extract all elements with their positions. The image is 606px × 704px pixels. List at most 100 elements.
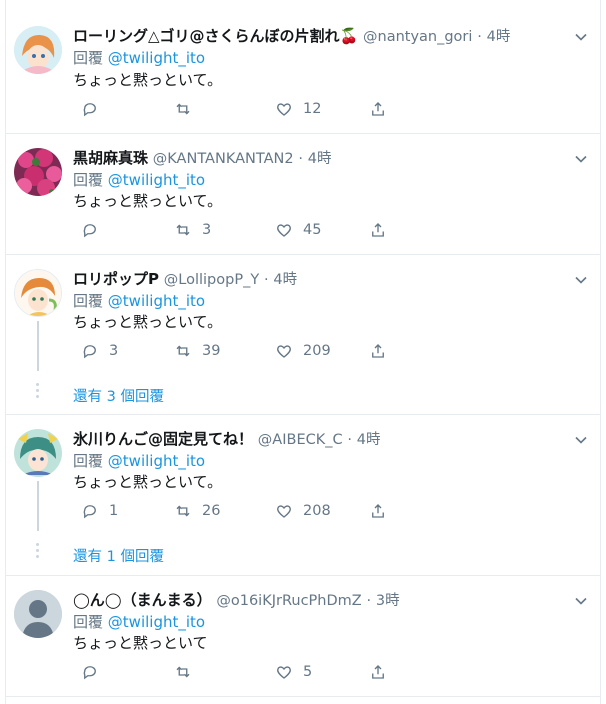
anime-boy-avatar[interactable] bbox=[14, 269, 62, 317]
tweet-header: ローリング△ゴリ@さくらんぼの片割れ🍒 @nantyan_gori · 4時 bbox=[73, 26, 510, 47]
reply-button[interactable] bbox=[81, 220, 109, 240]
display-name[interactable]: ◯ん◯（まんまる） bbox=[73, 591, 212, 609]
reply-to-link[interactable]: @twilight_ito bbox=[108, 452, 205, 470]
like-count: 208 bbox=[303, 503, 331, 519]
chevron-down-icon[interactable] bbox=[574, 594, 588, 608]
retweet-button[interactable] bbox=[174, 99, 202, 119]
dot-separator: · bbox=[298, 151, 303, 167]
reply-to-link[interactable]: @twilight_ito bbox=[108, 613, 205, 631]
reply-to-link[interactable]: @twilight_ito bbox=[108, 171, 205, 189]
share-icon bbox=[372, 102, 384, 116]
retweet-icon bbox=[176, 505, 190, 517]
share-icon bbox=[372, 344, 384, 358]
like-count: 45 bbox=[303, 222, 322, 238]
like-button[interactable]: 209 bbox=[275, 341, 331, 361]
reply-icon bbox=[83, 666, 96, 680]
tweet-text: ちょっと黙っといて。 bbox=[73, 71, 223, 89]
timestamp[interactable]: 4時 bbox=[487, 29, 511, 45]
heart-icon bbox=[277, 224, 291, 237]
like-button[interactable]: 208 bbox=[275, 501, 331, 521]
reply-label: 回覆 bbox=[73, 292, 104, 310]
display-name[interactable]: 黒胡麻真珠 bbox=[73, 149, 148, 167]
reply-label: 回覆 bbox=[73, 171, 104, 189]
share-button[interactable] bbox=[369, 99, 387, 119]
reply-label: 回覆 bbox=[73, 452, 104, 470]
timestamp[interactable]: 4時 bbox=[308, 151, 332, 167]
timestamp[interactable]: 3時 bbox=[376, 593, 400, 609]
reply-label: 回覆 bbox=[73, 613, 104, 631]
dot-separator: · bbox=[347, 432, 352, 448]
like-count: 12 bbox=[303, 101, 322, 117]
reply-icon bbox=[83, 103, 96, 117]
chevron-down-icon[interactable] bbox=[574, 433, 588, 447]
like-button[interactable]: 5 bbox=[275, 662, 312, 682]
timeline: ローリング△ゴリ@さくらんぼの片割れ🍒 @nantyan_gori · 4時 回… bbox=[5, 0, 601, 704]
retweet-button[interactable] bbox=[174, 662, 202, 682]
show-more-replies-link[interactable]: 還有 1 個回覆 bbox=[73, 545, 164, 566]
share-icon bbox=[372, 223, 384, 237]
tweet-header: 黒胡麻真珠 @KANTANKANTAN2 · 4時 bbox=[73, 148, 331, 169]
chevron-down-icon[interactable] bbox=[574, 30, 588, 44]
chevron-down-icon[interactable] bbox=[574, 152, 588, 166]
display-name[interactable]: ローリング△ゴリ@さくらんぼの片割れ🍒 bbox=[73, 27, 358, 45]
retweet-button[interactable]: 3 bbox=[174, 220, 211, 240]
tweet-text: ちょっと黙っといて。 bbox=[73, 192, 223, 210]
reply-button[interactable]: 1 bbox=[81, 501, 118, 521]
like-button[interactable]: 12 bbox=[275, 99, 321, 119]
reply-to-link[interactable]: @twilight_ito bbox=[108, 49, 205, 67]
user-handle[interactable]: @KANTANKANTAN2 bbox=[153, 151, 294, 167]
share-button[interactable] bbox=[369, 220, 387, 240]
reply-icon bbox=[83, 505, 96, 519]
display-name[interactable]: ロリポップP bbox=[73, 270, 159, 288]
timestamp[interactable]: 4時 bbox=[273, 272, 297, 288]
reply-button[interactable] bbox=[81, 99, 109, 119]
retweet-count: 3 bbox=[202, 222, 212, 238]
reply-button[interactable] bbox=[81, 662, 109, 682]
share-button[interactable] bbox=[369, 662, 387, 682]
chevron-down-icon[interactable] bbox=[574, 273, 588, 287]
display-name[interactable]: 氷川りんご@固定見てね！ bbox=[73, 430, 253, 448]
reply-context: 回覆 @twilight_ito bbox=[73, 612, 205, 632]
anime-character-avatar[interactable] bbox=[14, 429, 62, 477]
share-icon bbox=[372, 504, 384, 518]
show-more-replies-link[interactable]: 還有 3 個回覆 bbox=[73, 385, 164, 406]
user-handle[interactable]: @LollipopP_Y bbox=[164, 272, 259, 288]
share-button[interactable] bbox=[369, 341, 387, 361]
user-handle[interactable]: @AIBECK_C bbox=[258, 432, 343, 448]
dot-separator: · bbox=[366, 593, 372, 609]
tweet-text: ちょっと黙っといて。 bbox=[73, 473, 223, 491]
retweet-icon bbox=[176, 224, 190, 236]
reply-context: 回覆 @twilight_ito bbox=[73, 48, 205, 68]
divider bbox=[6, 696, 600, 697]
like-button[interactable]: 45 bbox=[275, 220, 321, 240]
reply-icon bbox=[83, 345, 96, 359]
share-button[interactable] bbox=[369, 501, 387, 521]
tweet[interactable]: ◯ん◯（まんまる） @o16iKJrRucPhDmZ · 3時 回覆 @twil… bbox=[6, 576, 600, 696]
retweet-icon bbox=[176, 345, 190, 357]
user-handle[interactable]: @nantyan_gori bbox=[363, 29, 472, 45]
heart-icon bbox=[277, 103, 291, 116]
tweet[interactable]: ローリング△ゴリ@さくらんぼの片割れ🍒 @nantyan_gori · 4時 回… bbox=[6, 0, 600, 133]
retweet-button[interactable]: 39 bbox=[174, 341, 220, 361]
anime-girl-avatar[interactable] bbox=[14, 26, 62, 74]
like-count: 209 bbox=[303, 343, 331, 359]
like-count: 5 bbox=[303, 664, 313, 680]
share-icon bbox=[372, 665, 384, 679]
tweet[interactable]: ロリポップP @LollipopP_Y · 4時 回覆 @twilight_it… bbox=[6, 255, 600, 415]
thread-line bbox=[37, 481, 39, 531]
heart-icon bbox=[277, 505, 291, 518]
user-handle[interactable]: @o16iKJrRucPhDmZ bbox=[216, 593, 361, 609]
tweet-header: ◯ん◯（まんまる） @o16iKJrRucPhDmZ · 3時 bbox=[73, 590, 400, 611]
retweet-button[interactable]: 26 bbox=[174, 501, 220, 521]
timestamp[interactable]: 4時 bbox=[357, 432, 381, 448]
reply-to-link[interactable]: @twilight_ito bbox=[108, 292, 205, 310]
tweet[interactable]: 氷川りんご@固定見てね！ @AIBECK_C · 4時 回覆 @twilight… bbox=[6, 415, 600, 575]
reply-button[interactable]: 3 bbox=[81, 341, 118, 361]
reply-context: 回覆 @twilight_ito bbox=[73, 451, 205, 471]
reply-context: 回覆 @twilight_ito bbox=[73, 170, 205, 190]
tweet[interactable]: 黒胡麻真珠 @KANTANKANTAN2 · 4時 回覆 @twilight_i… bbox=[6, 134, 600, 254]
pink-flowers-avatar[interactable] bbox=[14, 148, 62, 196]
default-profile-avatar[interactable] bbox=[14, 590, 62, 638]
thread-dots bbox=[36, 383, 40, 401]
retweet-icon bbox=[176, 666, 190, 678]
